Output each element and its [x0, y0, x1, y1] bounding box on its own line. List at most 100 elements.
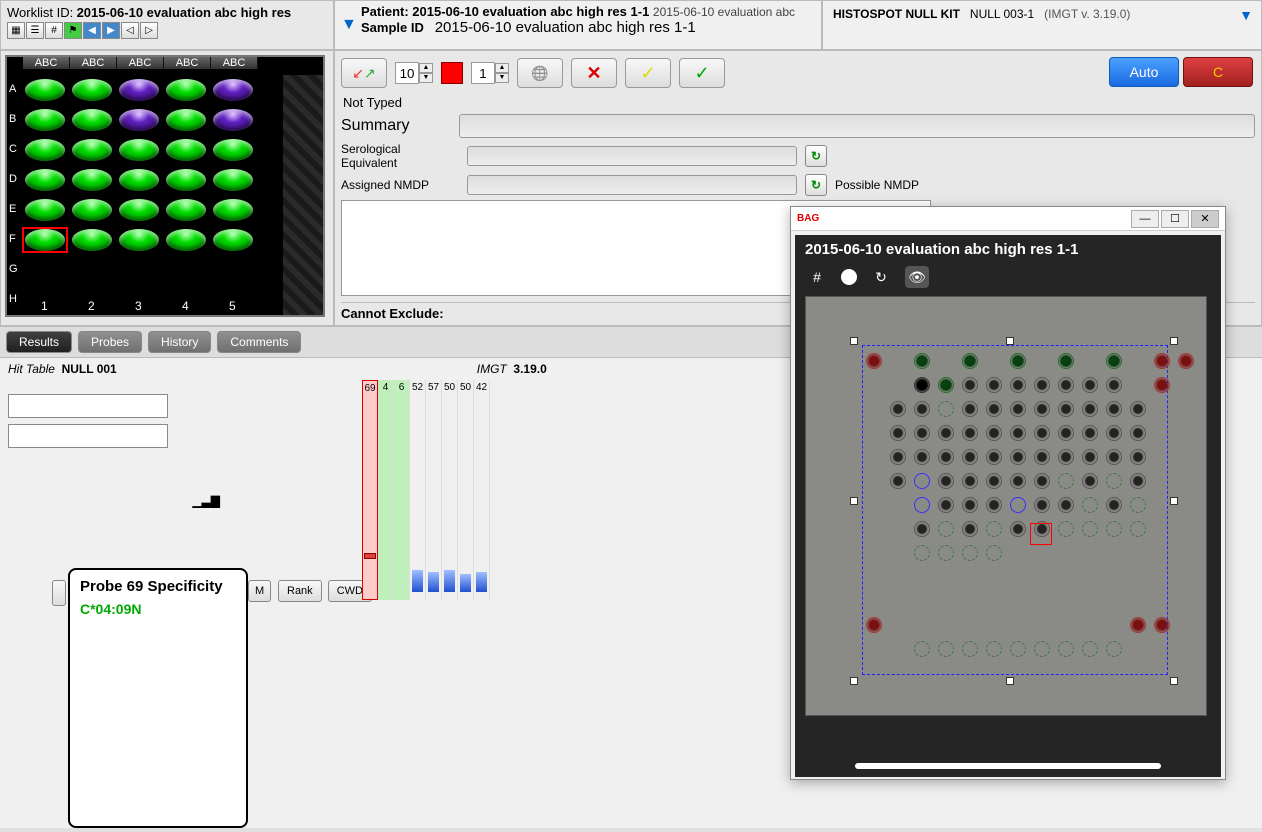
spot[interactable] — [1010, 377, 1026, 393]
maximize-button[interactable]: ☐ — [1161, 210, 1189, 228]
handle-icon[interactable] — [1170, 497, 1178, 505]
spot[interactable] — [1106, 473, 1122, 489]
well-A3[interactable] — [119, 79, 159, 101]
probe-bar[interactable]: 42 — [474, 380, 490, 600]
minimize-button[interactable]: — — [1131, 210, 1159, 228]
down-arrow-icon[interactable]: ▼ — [419, 73, 433, 83]
spot[interactable] — [1082, 449, 1098, 465]
well-B5[interactable] — [213, 109, 253, 131]
spinner-left[interactable]: ▲▼ — [395, 62, 433, 84]
spot[interactable] — [1010, 425, 1026, 441]
auto-button[interactable]: Auto — [1109, 57, 1179, 87]
spot[interactable] — [1130, 473, 1146, 489]
spot[interactable] — [1010, 353, 1026, 369]
handle-icon[interactable] — [1006, 677, 1014, 685]
spot[interactable] — [1130, 497, 1146, 513]
spot[interactable] — [1106, 497, 1122, 513]
horizontal-scrollbar[interactable] — [855, 763, 1161, 769]
spot[interactable] — [1130, 449, 1146, 465]
filter-input-2[interactable] — [8, 424, 168, 448]
spot[interactable] — [914, 497, 930, 513]
spot[interactable] — [938, 641, 954, 657]
globe-button[interactable]: 🌐 — [517, 58, 563, 88]
spot[interactable] — [914, 425, 930, 441]
kit-dropdown-icon[interactable]: ▼ — [1239, 7, 1253, 23]
spot[interactable] — [1058, 377, 1074, 393]
probe-bar[interactable]: 4 — [378, 380, 394, 600]
well-D4[interactable] — [166, 169, 206, 191]
spot[interactable] — [938, 449, 954, 465]
sero-refresh-button[interactable]: ↻ — [805, 145, 827, 167]
well-plate[interactable]: ABCABCABCABCABCABCDEFGH12345 — [5, 55, 325, 317]
rank-button[interactable]: Rank — [278, 580, 322, 602]
well-E4[interactable] — [166, 199, 206, 221]
accept-button[interactable]: ✓ — [679, 58, 725, 88]
spot[interactable] — [890, 401, 906, 417]
tab-results[interactable]: Results — [6, 331, 72, 353]
spot[interactable] — [914, 473, 930, 489]
spot[interactable] — [1106, 377, 1122, 393]
tool-list-icon[interactable]: ☰ — [26, 22, 44, 39]
well-F4[interactable] — [166, 229, 206, 251]
spot[interactable] — [1082, 521, 1098, 537]
spot[interactable] — [1154, 353, 1170, 369]
spot[interactable] — [938, 521, 954, 537]
spot[interactable] — [962, 449, 978, 465]
well-F5[interactable] — [213, 229, 253, 251]
well-E3[interactable] — [119, 199, 159, 221]
spot[interactable] — [1106, 353, 1122, 369]
spot[interactable] — [1034, 641, 1050, 657]
well-D1[interactable] — [25, 169, 65, 191]
spot[interactable] — [962, 497, 978, 513]
well-E5[interactable] — [213, 199, 253, 221]
tool-hash-icon[interactable]: # — [45, 22, 63, 39]
sero-field[interactable] — [467, 146, 797, 166]
probe-bar[interactable]: 52 — [410, 380, 426, 600]
circle-tool-icon[interactable] — [841, 269, 857, 285]
probe-bar[interactable]: 6 — [394, 380, 410, 600]
spot[interactable] — [938, 401, 954, 417]
well-D5[interactable] — [213, 169, 253, 191]
spot[interactable] — [914, 521, 930, 537]
spot[interactable] — [1058, 401, 1074, 417]
spot[interactable] — [1130, 617, 1146, 633]
spot[interactable] — [1082, 473, 1098, 489]
tab-probes[interactable]: Probes — [78, 331, 142, 353]
well-C2[interactable] — [72, 139, 112, 161]
spot[interactable] — [1106, 521, 1122, 537]
spot[interactable] — [1034, 425, 1050, 441]
close-button[interactable]: ✕ — [1191, 210, 1219, 228]
spot[interactable] — [938, 497, 954, 513]
spot[interactable] — [962, 425, 978, 441]
spot[interactable] — [914, 377, 930, 393]
spot[interactable] — [986, 497, 1002, 513]
well-C4[interactable] — [166, 139, 206, 161]
well-C3[interactable] — [119, 139, 159, 161]
spot[interactable] — [986, 377, 1002, 393]
spot[interactable] — [962, 473, 978, 489]
spot[interactable] — [1010, 641, 1026, 657]
tool-next2-icon[interactable]: ▷ — [140, 22, 158, 39]
well-D2[interactable] — [72, 169, 112, 191]
spot[interactable] — [962, 521, 978, 537]
spot[interactable] — [914, 353, 930, 369]
assigned-field[interactable] — [467, 175, 797, 195]
well-A1[interactable] — [25, 79, 65, 101]
clear-button[interactable]: C — [1183, 57, 1253, 87]
handle-icon[interactable] — [850, 497, 858, 505]
spinner-right-input[interactable] — [471, 62, 495, 84]
patient-dropdown-icon[interactable]: ▼ — [341, 4, 361, 46]
eye-tool-icon[interactable]: 👁 — [905, 266, 929, 288]
swap-button[interactable]: ↙↗ — [341, 58, 387, 88]
spot[interactable] — [1106, 425, 1122, 441]
spot[interactable] — [1058, 641, 1074, 657]
spot[interactable] — [890, 425, 906, 441]
spot[interactable] — [1058, 521, 1074, 537]
spot[interactable] — [1082, 377, 1098, 393]
spot[interactable] — [938, 377, 954, 393]
image-viewer-window[interactable]: BAG — ☐ ✕ 2015-06-10 evaluation abc high… — [790, 206, 1226, 780]
spot[interactable] — [1010, 449, 1026, 465]
spot[interactable] — [914, 401, 930, 417]
spot[interactable] — [938, 473, 954, 489]
spot[interactable] — [866, 353, 882, 369]
